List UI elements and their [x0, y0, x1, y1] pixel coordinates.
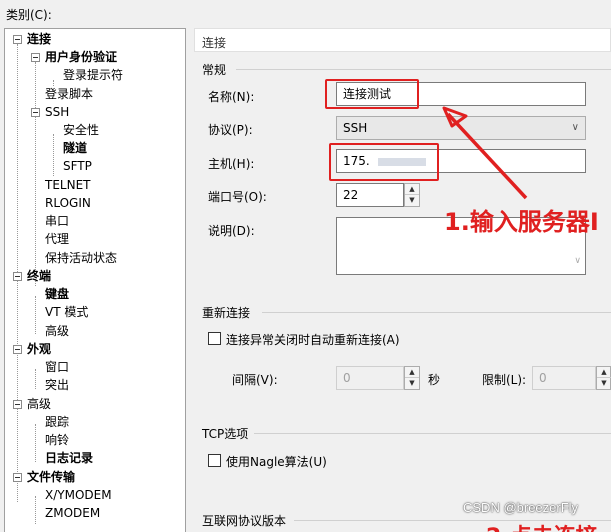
- tree-item-serial[interactable]: 串口: [43, 212, 71, 230]
- interval-spinner[interactable]: ▲ ▼: [404, 366, 420, 390]
- tree-item-file-transfer[interactable]: 文件传输: [25, 468, 77, 486]
- group-divider: [236, 69, 611, 70]
- spin-up-icon[interactable]: ▲: [405, 367, 419, 378]
- tree-item-zmodem[interactable]: ZMODEM: [43, 504, 102, 522]
- category-tree[interactable]: 连接 用户身份验证 登录提示符 登录脚本 SSH 安全性 隧道 SFTP TEL…: [4, 28, 186, 532]
- annotation-arrow-icon: [442, 106, 528, 200]
- tree-item-bell[interactable]: 响铃: [43, 431, 71, 449]
- tree-item-appearance[interactable]: 外观: [25, 340, 53, 358]
- annotation-highlight-name: [325, 79, 419, 109]
- tree-item-vt-mode[interactable]: VT 模式: [43, 303, 90, 321]
- limit-input[interactable]: 0: [532, 366, 596, 390]
- port-input[interactable]: 22: [336, 183, 404, 207]
- interval-label: 间隔(V):: [232, 373, 278, 387]
- annotation-step1: 1.输入服务器I: [444, 208, 599, 236]
- host-label: 主机(H):: [208, 157, 255, 171]
- port-label: 端口号(O):: [208, 190, 267, 204]
- tree-item-trace[interactable]: 跟踪: [43, 413, 71, 431]
- spin-up-icon[interactable]: ▲: [405, 184, 419, 195]
- tree-item-logging[interactable]: 日志记录: [43, 449, 95, 467]
- nagle-checkbox[interactable]: [208, 454, 221, 467]
- panel-title: 连接: [202, 36, 227, 50]
- tree-item-login-script[interactable]: 登录脚本: [43, 85, 95, 103]
- tree-item-xymodem[interactable]: X/YMODEM: [43, 486, 114, 504]
- auto-reconnect-label: 连接异常关闭时自动重新连接(A): [226, 333, 400, 347]
- interval-unit: 秒: [428, 373, 441, 387]
- tree-item-ssh[interactable]: SSH: [43, 103, 71, 121]
- desc-label: 说明(D):: [208, 224, 255, 238]
- collapse-icon[interactable]: [13, 272, 22, 281]
- collapse-icon[interactable]: [13, 345, 22, 354]
- annotation-step2: 2.点击连接: [486, 519, 611, 532]
- port-spinner[interactable]: ▲ ▼: [404, 183, 420, 207]
- tree-item-tunnel[interactable]: 隧道: [61, 139, 89, 157]
- tree-line: [35, 296, 36, 334]
- reconnect-group-title: 重新连接: [202, 306, 251, 320]
- chevron-down-icon: ∨: [571, 122, 579, 133]
- interval-input[interactable]: 0: [336, 366, 404, 390]
- protocol-label: 协议(P):: [208, 123, 253, 137]
- tree-item-auth[interactable]: 用户身份验证: [43, 48, 119, 66]
- panel-header: 连接: [194, 28, 611, 52]
- tree-line: [35, 496, 36, 524]
- tree-line: [35, 424, 36, 462]
- spin-down-icon[interactable]: ▼: [405, 195, 419, 206]
- tree-item-sftp[interactable]: SFTP: [61, 157, 94, 175]
- name-label: 名称(N):: [208, 90, 255, 104]
- tree-item-advanced[interactable]: 高级: [25, 395, 53, 413]
- scroll-down-icon: ∨: [574, 256, 581, 266]
- annotation-highlight-host: [329, 143, 439, 181]
- tree-line: [35, 369, 36, 389]
- tree-item-keyboard[interactable]: 键盘: [43, 285, 71, 303]
- tree-item-rlogin[interactable]: RLOGIN: [43, 194, 93, 212]
- tcp-group-title: TCP选项: [202, 427, 249, 441]
- watermark: CSDN @breezerFly: [463, 500, 579, 515]
- tree-item-highlight[interactable]: 突出: [43, 376, 71, 394]
- group-divider: [254, 433, 611, 434]
- spin-up-icon[interactable]: ▲: [597, 367, 611, 378]
- spin-down-icon[interactable]: ▼: [597, 378, 611, 389]
- tree-item-telnet[interactable]: TELNET: [43, 176, 93, 194]
- spin-down-icon[interactable]: ▼: [405, 378, 419, 389]
- general-group-title: 常规: [202, 63, 227, 77]
- tree-item-security[interactable]: 安全性: [61, 121, 101, 139]
- auto-reconnect-checkbox[interactable]: [208, 332, 221, 345]
- tree-line: [53, 134, 54, 176]
- limit-spinner[interactable]: ▲ ▼: [596, 366, 611, 390]
- collapse-icon[interactable]: [13, 473, 22, 482]
- tree-item-window[interactable]: 窗口: [43, 358, 71, 376]
- tree-item-connection[interactable]: 连接: [25, 30, 53, 48]
- collapse-icon[interactable]: [31, 108, 40, 117]
- tree-line: [35, 62, 36, 286]
- protocol-value: SSH: [343, 121, 368, 135]
- collapse-icon[interactable]: [13, 400, 22, 409]
- collapse-icon[interactable]: [13, 35, 22, 44]
- nagle-label: 使用Nagle算法(U): [226, 455, 327, 469]
- tree-item-proxy[interactable]: 代理: [43, 230, 71, 248]
- limit-label: 限制(L):: [482, 373, 527, 387]
- category-label: 类别(C):: [6, 8, 52, 22]
- tree-item-terminal-advanced[interactable]: 高级: [43, 322, 71, 340]
- tree-item-terminal[interactable]: 终端: [25, 267, 53, 285]
- group-divider: [262, 312, 611, 313]
- collapse-icon[interactable]: [31, 53, 40, 62]
- ip-version-group-title: 互联网协议版本: [202, 514, 287, 528]
- tree-item-login-prompt[interactable]: 登录提示符: [61, 66, 125, 84]
- tree-item-keepalive[interactable]: 保持活动状态: [43, 249, 119, 267]
